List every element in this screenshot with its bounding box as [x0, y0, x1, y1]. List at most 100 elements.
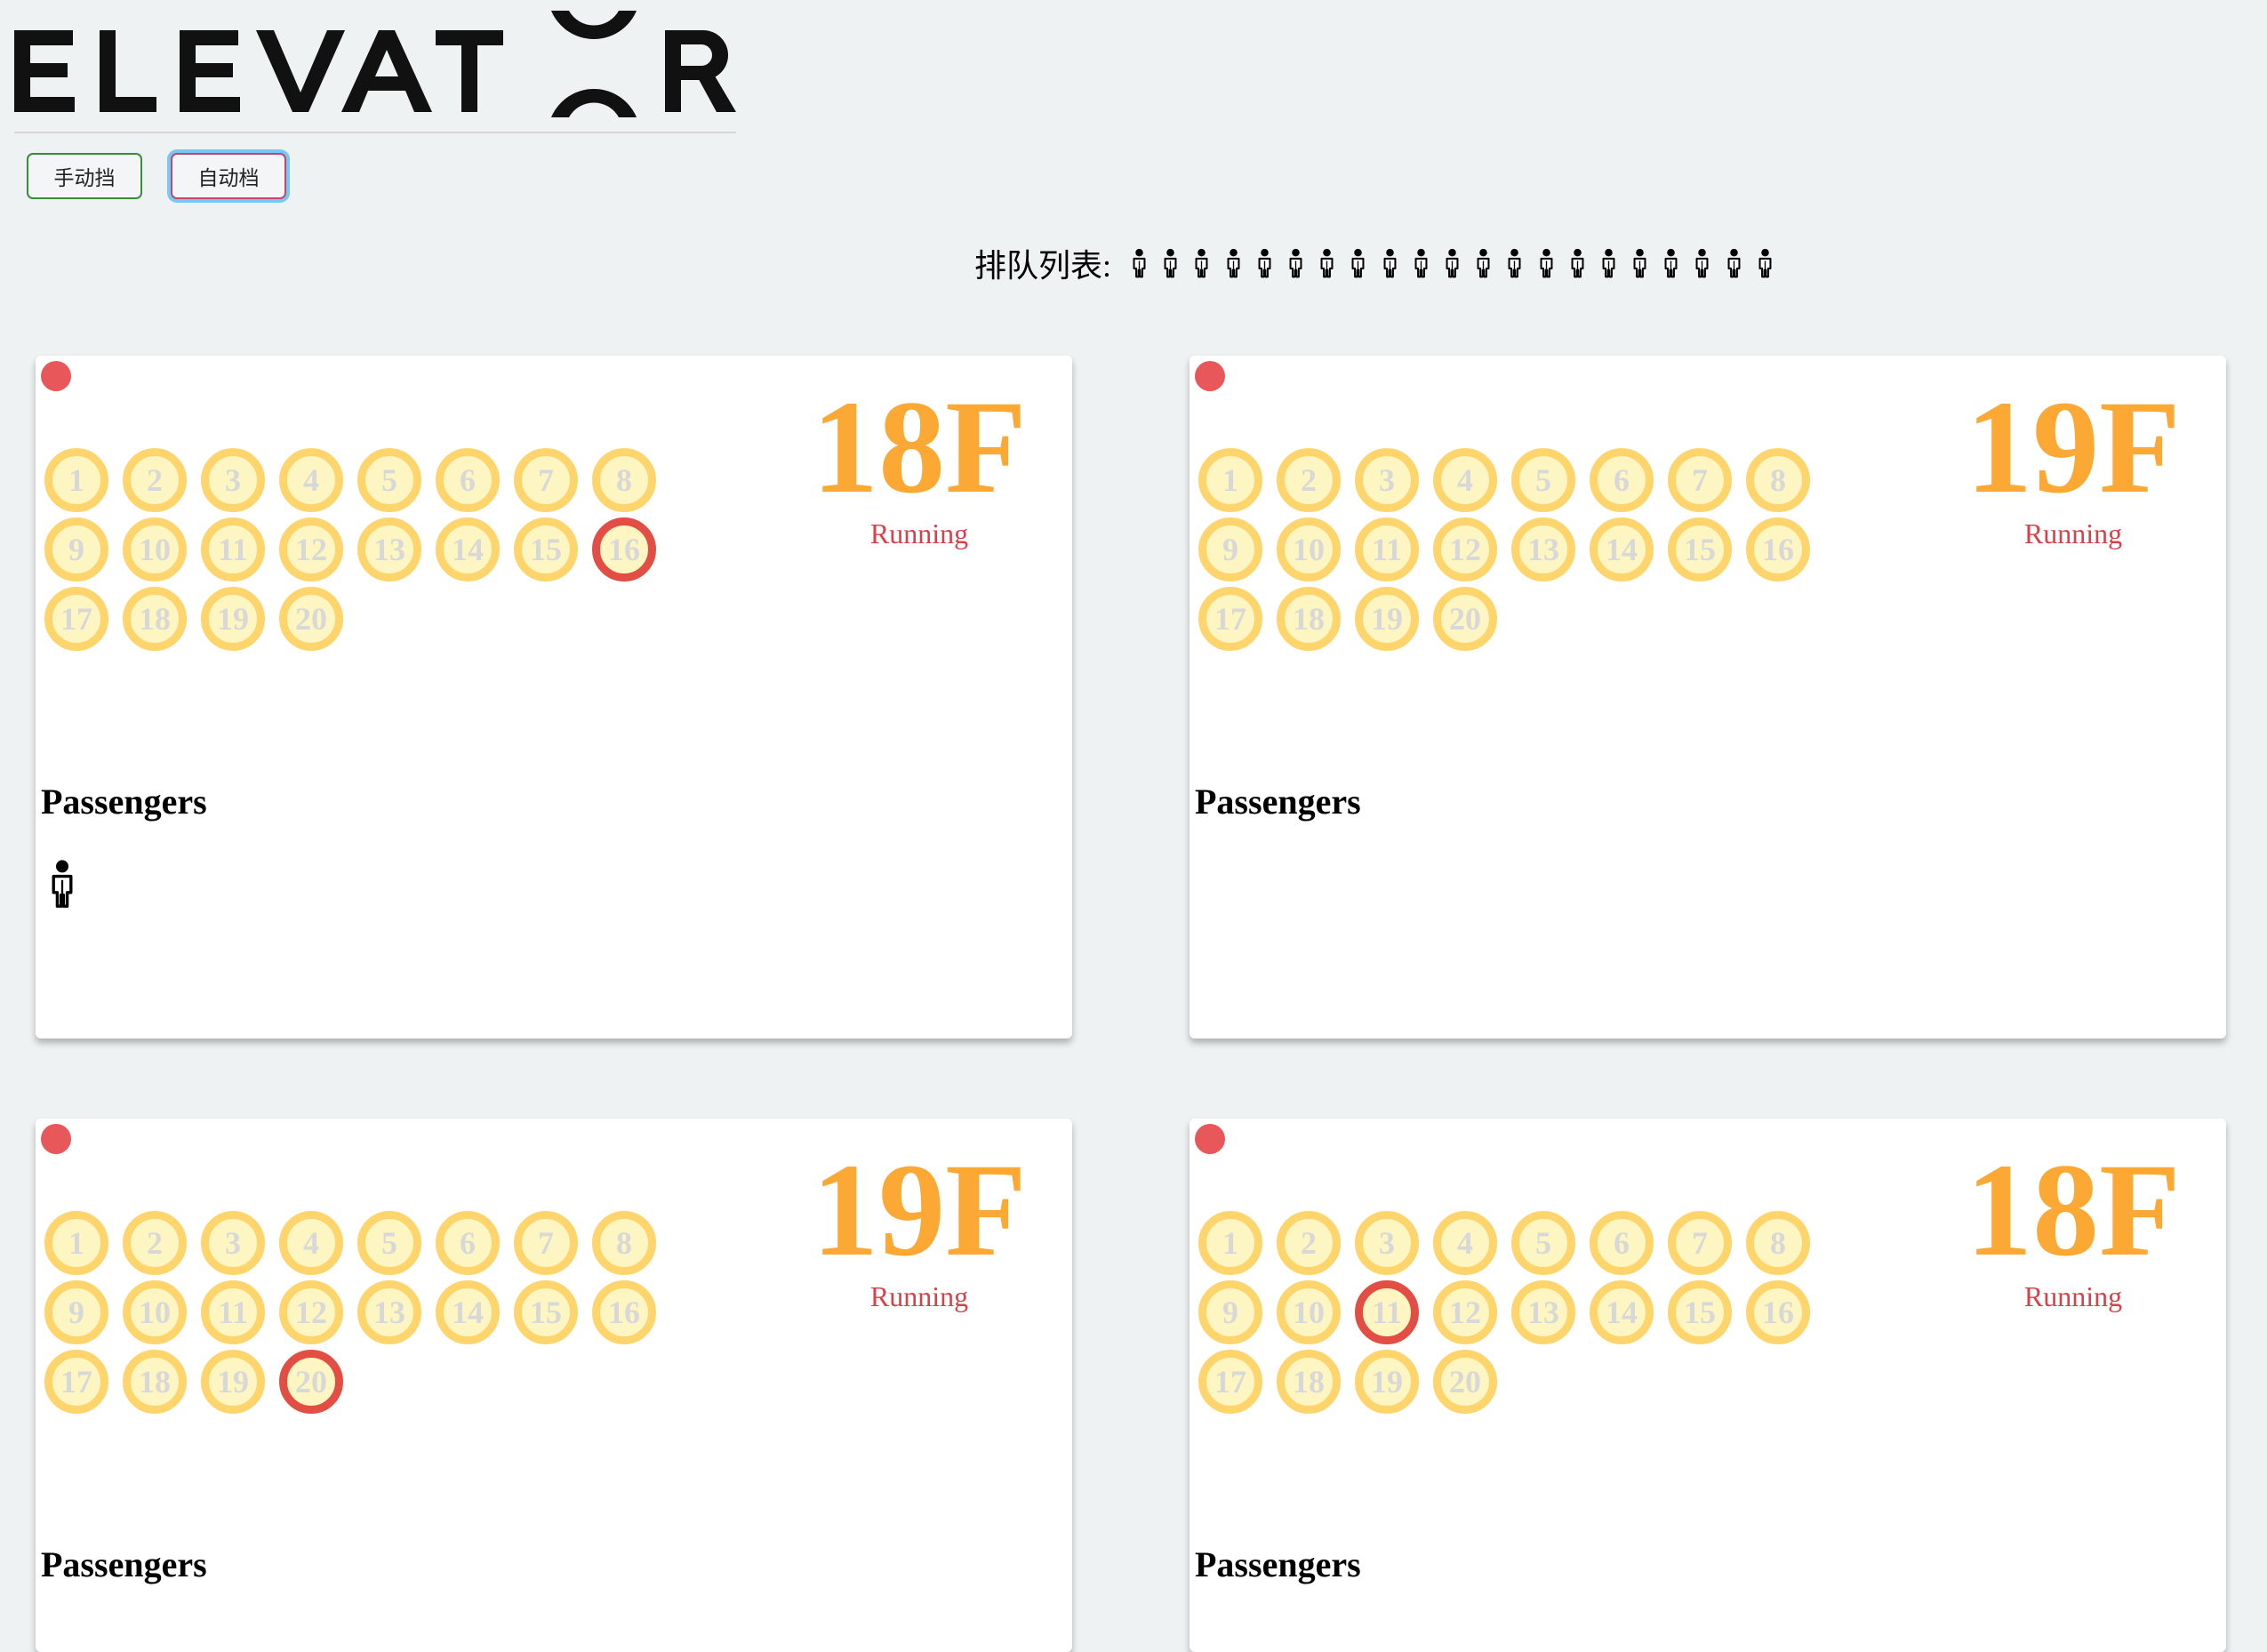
floor-button-6[interactable]: 6: [436, 448, 500, 512]
manual-mode-button[interactable]: 手动挡: [27, 153, 142, 199]
floor-button-5[interactable]: 5: [1511, 448, 1575, 512]
floor-button-15[interactable]: 15: [514, 517, 578, 581]
floor-button-3[interactable]: 3: [201, 448, 265, 512]
floor-button-9[interactable]: 9: [1198, 517, 1262, 581]
floor-button-5[interactable]: 5: [357, 1211, 421, 1275]
person-icon: [1686, 245, 1718, 281]
floor-button-1[interactable]: 1: [44, 1211, 108, 1275]
floor-button-4[interactable]: 4: [1433, 448, 1497, 512]
floor-button-10[interactable]: 10: [1277, 1280, 1341, 1344]
floor-button-6[interactable]: 6: [436, 1211, 500, 1275]
floor-button-18[interactable]: 18: [1277, 1350, 1341, 1414]
floor-button-12[interactable]: 12: [1433, 517, 1497, 581]
floor-button-14[interactable]: 14: [436, 1280, 500, 1344]
floor-button-1[interactable]: 1: [44, 448, 108, 512]
floor-button-6[interactable]: 6: [1590, 448, 1654, 512]
floor-button-14[interactable]: 14: [1590, 517, 1654, 581]
floor-button-9[interactable]: 9: [44, 1280, 108, 1344]
floor-button-20[interactable]: 20: [1433, 587, 1497, 651]
floor-button-16[interactable]: 16: [1746, 517, 1810, 581]
current-floor-display: 19F: [812, 1136, 1027, 1284]
floor-button-10[interactable]: 10: [123, 1280, 187, 1344]
floor-button-15[interactable]: 15: [514, 1280, 578, 1344]
floor-button-11[interactable]: 11: [1355, 1280, 1419, 1344]
queue-label: 排队列表:: [974, 248, 1112, 284]
current-floor-display: 19F: [1966, 373, 2181, 521]
floor-button-14[interactable]: 14: [1590, 1280, 1654, 1344]
person-icon: [1593, 245, 1624, 281]
floor-button-2[interactable]: 2: [1277, 448, 1341, 512]
floor-button-19[interactable]: 19: [1355, 1350, 1419, 1414]
floor-button-1[interactable]: 1: [1198, 1211, 1262, 1275]
person-icon: [1374, 245, 1406, 281]
floor-button-16[interactable]: 16: [1746, 1280, 1810, 1344]
elevator-status-text: Running: [869, 517, 969, 549]
floor-button-2[interactable]: 2: [123, 1211, 187, 1275]
floor-button-14[interactable]: 14: [436, 517, 500, 581]
floor-button-8[interactable]: 8: [1746, 448, 1810, 512]
floor-button-6[interactable]: 6: [1590, 1211, 1654, 1275]
floor-button-18[interactable]: 18: [1277, 587, 1341, 651]
floor-button-11[interactable]: 11: [201, 1280, 265, 1344]
floor-button-16[interactable]: 16: [592, 517, 656, 581]
floor-button-7[interactable]: 7: [1668, 448, 1732, 512]
floor-button-2[interactable]: 2: [123, 448, 187, 512]
floor-button-12[interactable]: 12: [279, 1280, 343, 1344]
floor-button-3[interactable]: 3: [1355, 448, 1419, 512]
floor-button-1[interactable]: 1: [1198, 448, 1262, 512]
floor-button-5[interactable]: 5: [357, 448, 421, 512]
floor-button-20[interactable]: 20: [279, 587, 343, 651]
floor-button-16[interactable]: 16: [592, 1280, 656, 1344]
floor-button-7[interactable]: 7: [514, 1211, 578, 1275]
current-floor-display: 18F: [812, 373, 1027, 521]
person-icon: [1437, 245, 1468, 281]
current-floor-display: 18F: [1966, 1136, 2181, 1284]
floor-button-17[interactable]: 17: [44, 587, 108, 651]
floor-button-19[interactable]: 19: [201, 1350, 265, 1414]
floor-button-15[interactable]: 15: [1668, 1280, 1732, 1344]
floor-button-9[interactable]: 9: [44, 517, 108, 581]
person-icon: [1280, 245, 1311, 281]
passengers-heading: Passengers: [41, 1544, 207, 1584]
auto-mode-button[interactable]: 自动档: [171, 153, 286, 199]
status-indicator-dot: [1195, 361, 1225, 391]
floor-button-10[interactable]: 10: [123, 517, 187, 581]
floor-button-7[interactable]: 7: [514, 448, 578, 512]
floor-button-13[interactable]: 13: [357, 1280, 421, 1344]
floor-button-17[interactable]: 17: [1198, 1350, 1262, 1414]
floor-button-19[interactable]: 19: [1355, 587, 1419, 651]
floor-button-17[interactable]: 17: [1198, 587, 1262, 651]
floor-button-4[interactable]: 4: [279, 448, 343, 512]
floor-button-12[interactable]: 12: [1433, 1280, 1497, 1344]
floor-button-18[interactable]: 18: [123, 1350, 187, 1414]
floor-button-8[interactable]: 8: [592, 448, 656, 512]
elevator-status-text: Running: [2023, 517, 2123, 549]
floor-button-3[interactable]: 3: [1355, 1211, 1419, 1275]
floor-button-18[interactable]: 18: [123, 587, 187, 651]
person-icon: [1530, 245, 1561, 281]
floor-button-20[interactable]: 20: [279, 1350, 343, 1414]
floor-button-13[interactable]: 13: [1511, 517, 1575, 581]
floor-button-13[interactable]: 13: [357, 517, 421, 581]
floor-button-11[interactable]: 11: [1355, 517, 1419, 581]
floor-button-19[interactable]: 19: [201, 587, 265, 651]
floor-button-13[interactable]: 13: [1511, 1280, 1575, 1344]
floor-button-8[interactable]: 8: [1746, 1211, 1810, 1275]
floor-button-9[interactable]: 9: [1198, 1280, 1262, 1344]
person-icon: [1249, 245, 1280, 281]
floor-button-11[interactable]: 11: [201, 517, 265, 581]
floor-button-10[interactable]: 10: [1277, 517, 1341, 581]
floor-button-3[interactable]: 3: [201, 1211, 265, 1275]
queue-people: [1124, 245, 1781, 281]
floor-button-20[interactable]: 20: [1433, 1350, 1497, 1414]
floor-button-12[interactable]: 12: [279, 517, 343, 581]
floor-button-4[interactable]: 4: [279, 1211, 343, 1275]
floor-button-15[interactable]: 15: [1668, 517, 1732, 581]
floor-button-4[interactable]: 4: [1433, 1211, 1497, 1275]
person-icon: [1342, 245, 1374, 281]
floor-button-5[interactable]: 5: [1511, 1211, 1575, 1275]
floor-button-8[interactable]: 8: [592, 1211, 656, 1275]
floor-button-7[interactable]: 7: [1668, 1211, 1732, 1275]
floor-button-2[interactable]: 2: [1277, 1211, 1341, 1275]
floor-button-17[interactable]: 17: [44, 1350, 108, 1414]
